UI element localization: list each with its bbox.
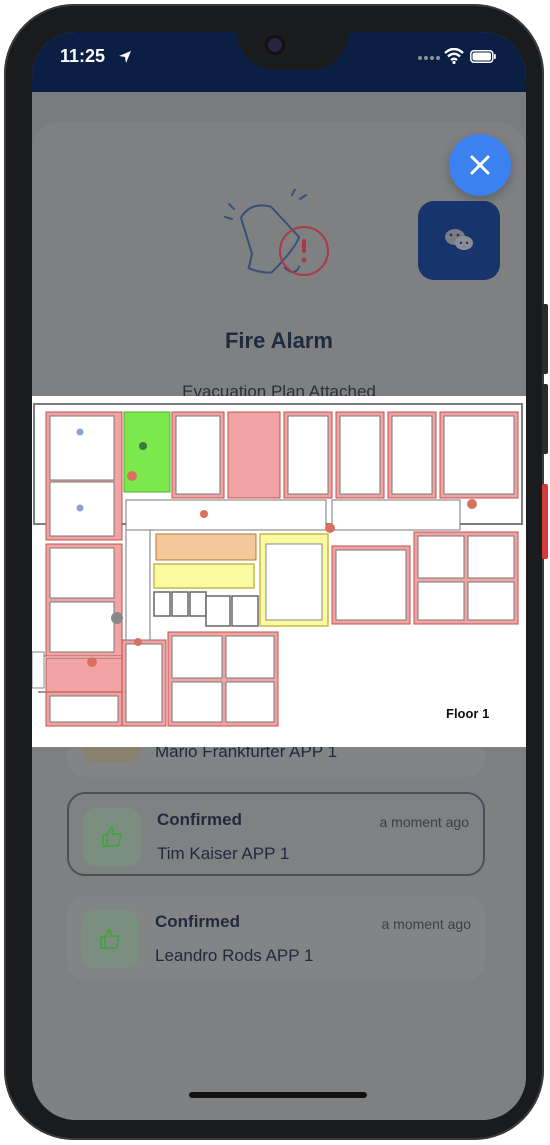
response-status: Confirmed [155,912,240,931]
close-button[interactable] [449,134,511,196]
volume-up-button [542,304,548,374]
alarm-subtitle: Evacuation Plan Attached [182,382,376,396]
response-name: Tim Kaiser APP 1 [157,844,290,863]
chat-button[interactable] [418,201,500,280]
status-time: 11:25 [60,46,106,66]
front-camera [268,38,282,52]
response-name: Leandro Rods APP 1 [155,946,314,965]
home-indicator[interactable] [189,1092,367,1098]
alarm-title: Fire Alarm [224,328,333,353]
chat-icon [445,229,473,250]
signal-dots-icon [418,56,440,60]
response-status: Confirmed [157,810,242,829]
power-button [542,484,548,559]
evacuation-plan[interactable]: Floor 1 [32,396,526,747]
battery-icon [470,50,496,63]
floor-label: Floor 1 [446,706,490,721]
response-time: a moment ago [379,814,470,830]
response-thumb [81,910,139,968]
wifi-icon [444,48,464,64]
response-card[interactable]: Confirmed a moment ago Leandro Rods APP … [67,896,485,980]
response-card[interactable]: Confirmed a moment ago Tim Kaiser APP 1 [67,792,485,876]
response-thumb [83,808,141,866]
location-arrow-icon [119,51,131,63]
screen: 11:25 Fire Alarm Evacuation Plan Attache… [32,32,526,1120]
response-time: a moment ago [381,916,472,932]
thumbs-up-icon [100,929,120,949]
floor-plan-drawing [32,403,523,727]
thumbs-up-icon [102,827,122,847]
phone-frame: 11:25 Fire Alarm Evacuation Plan Attache… [4,4,548,1140]
close-icon [470,155,490,175]
bell-alert-icon [224,189,329,276]
volume-down-button [542,384,548,454]
